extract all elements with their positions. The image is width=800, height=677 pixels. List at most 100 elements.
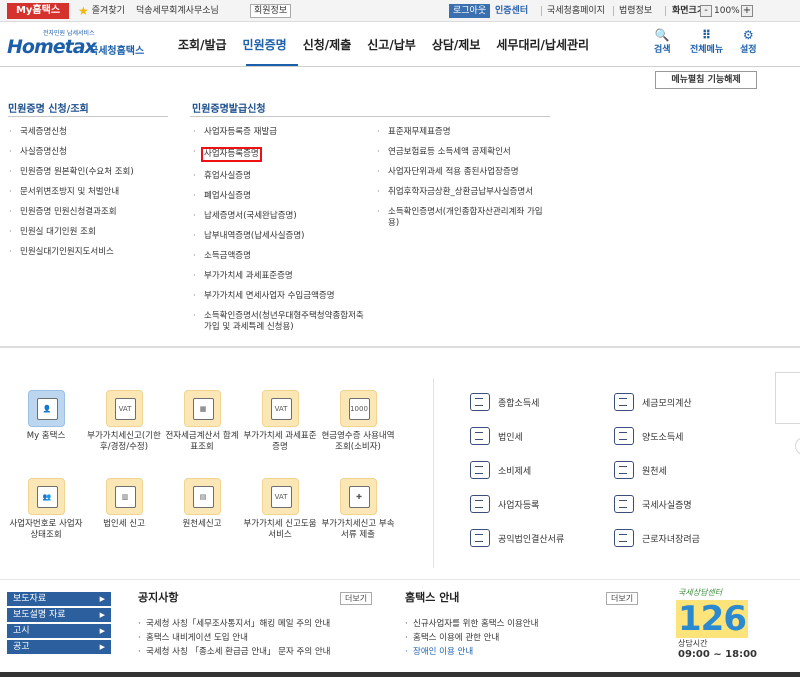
menu-expand-toggle-button[interactable]: 메뉴펼침 기능해제 (655, 71, 757, 89)
highlighted-menu-item[interactable]: 사업자등록증명 (201, 147, 262, 162)
cash-receipt-icon: 1000 (339, 390, 377, 427)
menu-item[interactable]: 국세증명신청 (6, 127, 134, 138)
menu-item[interactable]: 표준재무제표증명 (374, 127, 546, 138)
quick-tile-business-status[interactable]: 👥 사업자번호로 사업자상태조회 (6, 478, 86, 541)
zoom-in-button[interactable]: + (741, 5, 753, 17)
call-center-banner[interactable]: 국세상담센터 126 상담시간 09:00 ~ 18:00 (676, 587, 766, 660)
star-icon: ★ (78, 4, 89, 18)
notice-more-button[interactable]: 더보기 (340, 592, 373, 605)
press-side-nav: 보도자료 보도설명 자료 고시 공고 (7, 592, 111, 656)
quick-tile-cash-receipt[interactable]: 1000 현금영수증 사용내역조회(소비자) (318, 390, 398, 453)
my-hometax-button[interactable]: My홈택스 (7, 3, 69, 19)
menu-item-business-registration-cert[interactable]: 사업자등록증명 (190, 147, 368, 162)
hometax-logo[interactable]: 전자민원 납세서비스 Hometax 국세청홈택스 (7, 28, 147, 62)
guide-more-button[interactable]: 더보기 (606, 592, 639, 605)
member-info-button[interactable]: 회원정보 (250, 4, 292, 18)
zoom-out-button[interactable]: - (700, 5, 712, 17)
quick-tile-withholding[interactable]: ▤ 원천세신고 (162, 478, 242, 530)
menu-item[interactable]: 연금보험료등 소득세액 공제확인서 (374, 147, 546, 158)
menu-item[interactable]: 소득확인증명서(개인종합자산관리계좌 가입용) (374, 207, 546, 229)
side-panel-fragment[interactable] (775, 372, 800, 424)
gear-icon: ⚙ (742, 28, 754, 42)
nav-civil-certificate[interactable]: 민원증명 (235, 36, 295, 54)
menu-item[interactable]: 사업자단위과세 적용 종된사업장증명 (374, 167, 546, 178)
menu-item[interactable]: 문서위변조방지 및 처벌안내 (6, 187, 134, 198)
tax-link-capital-gains[interactable]: 양도소득세 (614, 427, 683, 445)
favorites-link[interactable]: ★ 즐겨찾기 (78, 4, 125, 18)
side-scroll-button[interactable] (795, 437, 800, 455)
quick-tile-vat-attachments[interactable]: ✚ 부가가치세신고 부속서류 제출 (318, 478, 398, 541)
nts-homepage-link[interactable]: 국세청홈페이지 (547, 4, 605, 18)
calculator-icon (614, 393, 634, 411)
menu-item[interactable]: 민원실대기인원지도서비스 (6, 247, 134, 258)
law-info-link[interactable]: 법령정보 (619, 4, 652, 18)
guide-item[interactable]: 홈택스 이용에 관한 안내 (403, 631, 538, 645)
menu-item[interactable]: 사업자등록증 재발급 (190, 127, 368, 138)
menu-item[interactable]: 소득금액증명 (190, 251, 368, 262)
site-header: 전자민원 납세서비스 Hometax 국세청홈택스 조회/발급 민원증명 신청/… (0, 22, 800, 67)
side-nav-press-release[interactable]: 보도자료 (7, 592, 111, 606)
menu-item[interactable]: 취업후학자금상환_상환금납부사실증명서 (374, 187, 546, 198)
side-nav-announcement[interactable]: 고시 (7, 624, 111, 638)
call-center-number: 126 (676, 600, 766, 638)
vat-certificate-icon: VAT (261, 390, 299, 427)
nav-inquiry-issue[interactable]: 조회/발급 (170, 36, 235, 54)
menu-item[interactable]: 납부내역증명(납세사실증명) (190, 231, 368, 242)
salary-icon (614, 461, 634, 479)
tax-link-corporate[interactable]: 법인세 (470, 427, 523, 445)
menu-item[interactable]: 민원실 대기인원 조회 (6, 227, 134, 238)
notice-item[interactable]: 국세청 사칭「세무조사통지서」해킹 메일 주의 안내 (136, 617, 331, 631)
tax-link-label: 법인세 (498, 432, 523, 443)
quick-tile-vat-help[interactable]: VAT 부가가치세 신고도움 서비스 (240, 478, 320, 541)
tax-link-simulation[interactable]: 세금모의계산 (614, 393, 692, 411)
tax-link-label: 원천세 (642, 466, 667, 477)
tax-link-consumption[interactable]: 소비제세 (470, 461, 531, 479)
guide-item[interactable]: 장애인 이용 안내 (403, 645, 538, 659)
menu-item[interactable]: 소득확인증명서(청년우대형주택청약종합저축 가입 및 과세특례 신청용) (190, 311, 368, 333)
menu-item[interactable]: 민원증명 민원신청결과조회 (6, 207, 134, 218)
invoice-calculator-icon: ▦ (183, 390, 221, 427)
cert-center-link[interactable]: 인증센터 (495, 4, 528, 18)
menu-item[interactable]: 사실증명신청 (6, 147, 134, 158)
nav-application-submit[interactable]: 신청/제출 (295, 36, 360, 54)
settings-button[interactable]: ⚙ 설정 (740, 28, 757, 55)
nav-tax-agent[interactable]: 세무대리/납세관리 (488, 36, 597, 54)
quick-tile-vat-cert[interactable]: VAT 부가가치세 과세표준증명 (240, 390, 320, 453)
menu-item[interactable]: 납세증명서(국세완납증명) (190, 211, 368, 222)
tax-link-label: 국세사실증명 (642, 500, 692, 511)
search-button[interactable]: 🔍 검색 (654, 28, 671, 55)
tax-link-child-incentive[interactable]: 근로자녀장려금 (614, 529, 700, 547)
quick-tile-einvoice[interactable]: ▦ 전자세금계산서 합계표조회 (162, 390, 242, 453)
all-menu-button[interactable]: ⠿ 전체메뉴 (690, 28, 723, 55)
call-center-number-text: 126 (676, 599, 748, 639)
grid-menu-icon: ⠿ (701, 28, 712, 42)
tax-link-withholding[interactable]: 원천세 (614, 461, 667, 479)
side-nav-press-explanation[interactable]: 보도설명 자료 (7, 608, 111, 622)
tax-link-public-interest[interactable]: 공익법인결산서류 (470, 529, 564, 547)
quick-tile-my-hometax[interactable]: 👤 My 홈택스 (6, 390, 86, 442)
tax-link-comprehensive-income[interactable]: 종합소득세 (470, 393, 539, 411)
logout-button[interactable]: 로그아웃 (449, 4, 491, 18)
menu-item[interactable]: 휴업사실증명 (190, 171, 368, 182)
notice-item[interactable]: 국세청 사칭 「종소세 환급금 안내」 문자 주의 안내 (136, 645, 331, 659)
notice-area: 보도자료 보도설명 자료 고시 공고 공지사항 더보기 국세청 사칭「세무조사통… (0, 579, 800, 677)
quick-tile-corp-tax[interactable]: ▥ 법인세 신고 (84, 478, 164, 530)
tax-link-label: 양도소득세 (642, 432, 684, 443)
vat-document-icon: VAT (105, 390, 143, 427)
tile-label: 원천세신고 (182, 519, 222, 529)
side-nav-public-notice[interactable]: 공고 (7, 640, 111, 654)
menu-item[interactable]: 부가가치세 면세사업자 수입금액증명 (190, 291, 368, 302)
tax-link-business-registration[interactable]: 사업자등록 (470, 495, 539, 513)
heart-hand-icon (614, 529, 634, 547)
guide-item[interactable]: 신규사업자를 위한 홈택스 이용안내 (403, 617, 538, 631)
quick-tile-vat-report[interactable]: VAT 부가가치세신고(기한후/경정/수정) (84, 390, 164, 453)
menu-item[interactable]: 폐업사실증명 (190, 191, 368, 202)
tax-link-tax-fact-cert[interactable]: 국세사실증명 (614, 495, 692, 513)
menu-item[interactable]: 민원증명 원본확인(수요처 조회) (6, 167, 134, 178)
menu-item[interactable]: 부가가치세 과세표준증명 (190, 271, 368, 282)
column-divider (8, 116, 168, 117)
tax-link-label: 근로자녀장려금 (642, 534, 700, 545)
notice-item[interactable]: 홈택스 내비게이션 도입 안내 (136, 631, 331, 645)
nav-report-payment[interactable]: 신고/납부 (359, 36, 424, 54)
nav-counsel-report[interactable]: 상담/제보 (424, 36, 489, 54)
